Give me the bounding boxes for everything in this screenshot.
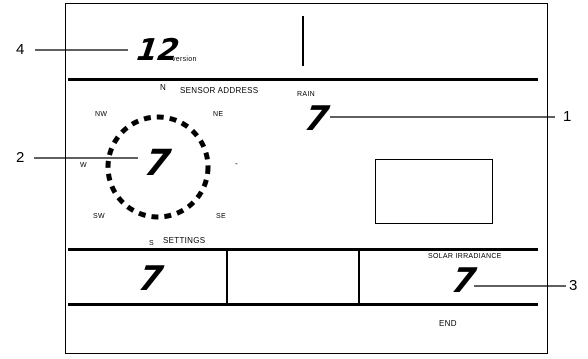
callout-2: 2 [16, 149, 25, 166]
callout-1: 1 [563, 108, 572, 125]
callout-4: 4 [16, 41, 25, 58]
callout-lines [34, 49, 566, 287]
callout-3: 3 [569, 277, 578, 294]
